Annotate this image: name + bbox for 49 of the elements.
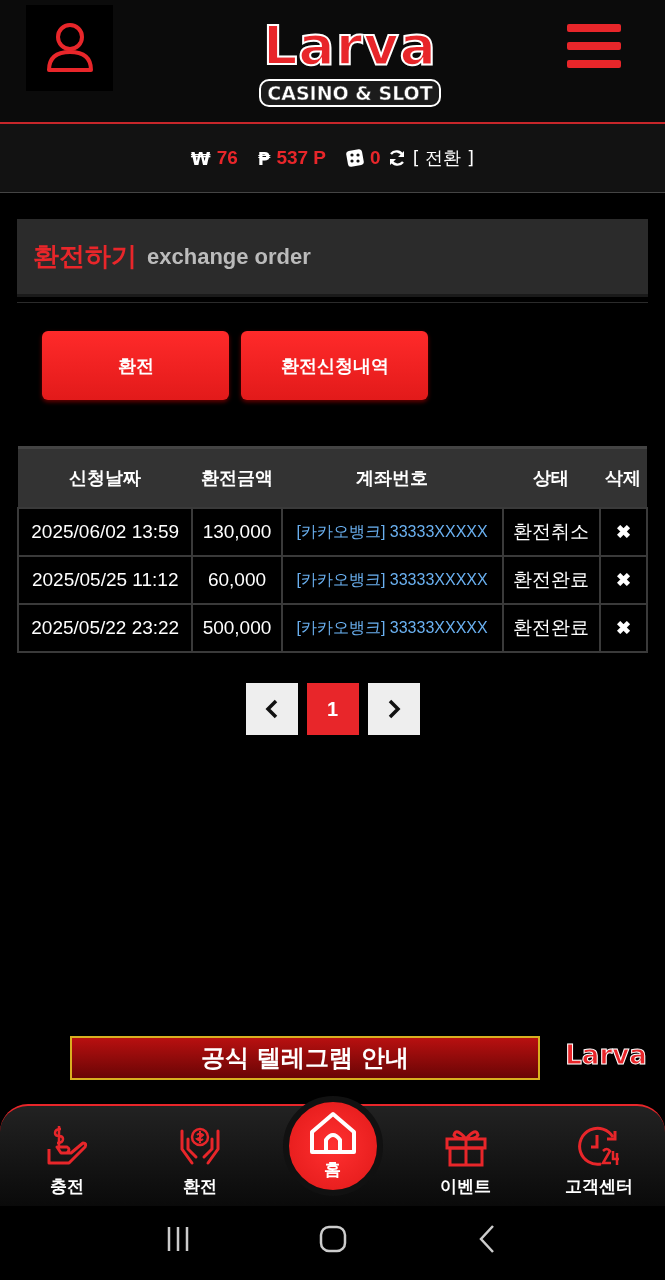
column-header: 신청날짜 (18, 447, 193, 508)
column-header: 환전금액 (192, 447, 282, 508)
dice-icon (346, 149, 365, 167)
nav-item[interactable]: 이벤트 (415, 1125, 516, 1200)
user-button[interactable] (26, 5, 113, 91)
home-button-icon[interactable] (317, 1224, 348, 1254)
column-header: 삭제 (599, 447, 647, 508)
dice-count: 0 (370, 147, 381, 169)
action-button[interactable]: 환전 (42, 331, 229, 400)
clock-24-icon (576, 1125, 621, 1167)
home-icon (307, 1109, 358, 1156)
delete-button[interactable]: ✖ (599, 556, 647, 604)
delete-button[interactable]: ✖ (599, 604, 647, 652)
nav-item[interactable]: 환전 (149, 1125, 250, 1200)
account-cell: [카카오뱅크] 33333XXXXX (281, 604, 503, 652)
account-cell: [카카오뱅크] 33333XXXXX (281, 556, 503, 604)
previous-page-button[interactable] (245, 683, 298, 735)
chevron-right-icon (386, 699, 401, 719)
section-subtitle: exchange order (147, 243, 311, 270)
next-page-button[interactable] (367, 683, 420, 735)
won-balance: 76 (216, 147, 238, 169)
point-balance: 537 P (276, 147, 327, 169)
chevron-left-icon (264, 699, 279, 719)
amount-cell: 500,000 (192, 604, 282, 652)
amount-cell: 130,000 (192, 508, 282, 556)
action-button[interactable]: 환전신청내역 (241, 331, 428, 400)
status-cell: 환전완료 (502, 556, 600, 604)
telegram-banner[interactable]: 공식 텔레그램 안내 (70, 1036, 540, 1080)
section-title: 환전하기 (33, 240, 137, 273)
date-cell: 2025/06/02 13:59 (18, 508, 193, 556)
switch-link[interactable]: [ 전환 ] (412, 146, 475, 170)
date-cell: 2025/05/22 23:22 (18, 604, 193, 652)
amount-cell: 60,000 (192, 556, 282, 604)
status-cell: 환전취소 (502, 508, 600, 556)
nav-item[interactable]: 고객센터 (548, 1125, 649, 1200)
page-button[interactable]: 1 (306, 683, 359, 735)
won-symbol: ₩ (190, 147, 211, 169)
nav-item[interactable]: 충전 (16, 1125, 117, 1200)
menu-icon[interactable] (567, 22, 621, 70)
column-header: 상태 (502, 447, 600, 508)
point-symbol: ₱ (257, 147, 271, 169)
logo-tagline: CASINO & SLOT (259, 79, 441, 107)
date-cell: 2025/05/25 11:12 (18, 556, 193, 604)
column-header: 계좌번호 (281, 447, 503, 508)
account-cell: [카카오뱅크] 33333XXXXX (281, 508, 503, 556)
nav-item[interactable]: 홈 (282, 1096, 383, 1196)
status-cell: 환전완료 (502, 604, 600, 652)
logo-wordmark[interactable]: Larva (262, 15, 438, 77)
delete-button[interactable]: ✖ (599, 508, 647, 556)
